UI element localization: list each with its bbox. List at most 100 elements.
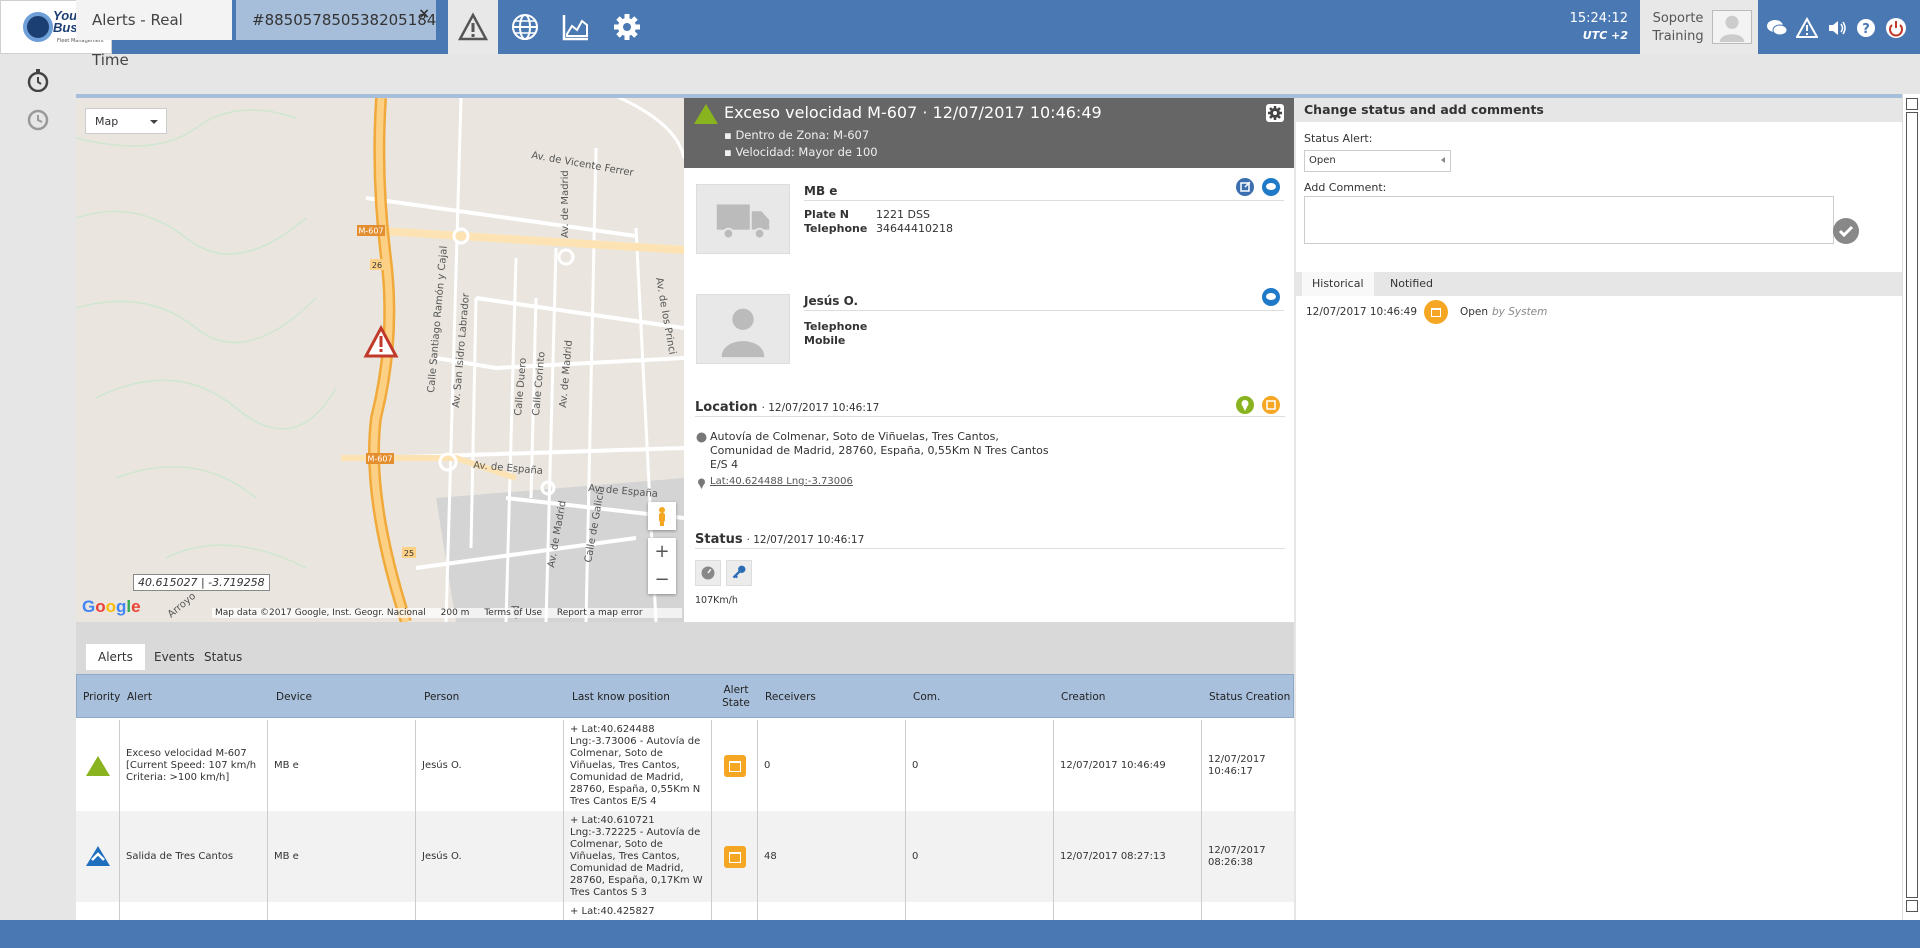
map-panel[interactable]: M-607 M-607 26 25 Av. de Vicente Ferrer …: [76, 98, 684, 622]
alert-icon[interactable]: [1796, 17, 1818, 39]
coordinate-readout: 40.615027 | -3.719258: [133, 574, 270, 591]
warning-icon[interactable]: [448, 0, 498, 54]
table-row[interactable]: + Lat:40.425827: [76, 902, 1294, 920]
vehicle-name: MB e: [804, 184, 838, 198]
zoom-control: + −: [648, 538, 676, 594]
creation-cell: 12/07/2017 10:46:49: [1054, 720, 1202, 811]
user-menu[interactable]: Soporte Training: [1640, 0, 1758, 54]
report-link[interactable]: Report a map error: [557, 608, 643, 618]
terms-link[interactable]: Terms of Use: [484, 608, 542, 618]
priority-triangle-icon: [694, 104, 718, 124]
latlng-link[interactable]: Lat:40.624488 Lng:-3.73006: [710, 476, 853, 487]
priority-high-icon: [85, 755, 110, 776]
vehicle-image: [696, 184, 790, 254]
open-state-icon: [1424, 300, 1448, 324]
user-name: Soporte Training: [1652, 11, 1704, 44]
settings-icon[interactable]: [1266, 104, 1284, 122]
position-cell: + Lat:40.624488 Lng:-3.73006 - Autovía d…: [564, 720, 712, 811]
comments-cell: [906, 902, 1054, 920]
status-select[interactable]: Open: [1304, 150, 1451, 172]
table-row[interactable]: Exceso velocidad M-607 [Current Speed: 1…: [76, 720, 1294, 811]
column-header[interactable]: Receivers: [765, 675, 816, 719]
tab-label: #885057850538205184: [252, 11, 437, 29]
pin-icon[interactable]: [1236, 396, 1254, 414]
message-icon[interactable]: [1262, 288, 1280, 306]
column-header[interactable]: Creation: [1061, 675, 1105, 719]
column-header[interactable]: Priority: [83, 675, 120, 719]
creation-cell: 12/07/2017 08:27:13: [1054, 811, 1202, 902]
globe-icon[interactable]: [500, 0, 550, 54]
svg-text:?: ?: [1862, 22, 1870, 37]
location-pin-icon: [698, 478, 705, 489]
scroll-down-arrow[interactable]: [1906, 900, 1918, 912]
open-state-icon[interactable]: [723, 754, 747, 778]
device-cell: [268, 902, 416, 920]
submit-check-icon[interactable]: [1833, 218, 1859, 244]
open-state-icon[interactable]: [723, 845, 747, 869]
vertical-scrollbar[interactable]: [1902, 94, 1920, 920]
map-canvas[interactable]: M-607 M-607 26 25 Av. de Vicente Ferrer …: [76, 98, 684, 622]
tab-status[interactable]: Status: [192, 644, 254, 670]
edit-icon[interactable]: [1236, 178, 1254, 196]
column-header[interactable]: Alert: [127, 675, 152, 719]
status-creation-cell: [1202, 902, 1294, 920]
tab-alert-detail[interactable]: #885057850538205184 ×: [236, 0, 436, 40]
history-by: by System: [1492, 306, 1548, 318]
help-icon[interactable]: ?: [1855, 17, 1877, 39]
clock-display: 15:24:12 UTC +2: [1560, 10, 1628, 44]
alert-state-cell: [712, 811, 758, 902]
tab-historical[interactable]: Historical: [1302, 272, 1374, 296]
column-header[interactable]: Last know position: [572, 675, 670, 719]
street-label: Av. de Madrid: [560, 170, 571, 238]
history-time: 12/07/2017 10:46:49: [1306, 306, 1418, 318]
message-icon[interactable]: [1262, 178, 1280, 196]
scroll-thumb[interactable]: [1906, 112, 1918, 898]
zoom-out-button[interactable]: −: [648, 566, 676, 594]
scroll-up-arrow[interactable]: [1906, 98, 1918, 110]
status-creation-cell: 12/07/2017 10:46:17: [1208, 753, 1266, 777]
criteria-item: Dentro de Zona: M-607: [724, 127, 878, 144]
tab-notified[interactable]: Notified: [1380, 272, 1443, 296]
history-icon[interactable]: [26, 108, 50, 132]
column-header[interactable]: Person: [424, 675, 459, 719]
map-attribution: Map data ©2017 Google, Inst. Geogr. Naci…: [215, 608, 426, 618]
table-row[interactable]: Salida de Tres Cantos MB e Jesús O. + La…: [76, 811, 1294, 902]
tab-alerts[interactable]: Alerts: [86, 644, 145, 670]
column-header[interactable]: Status Creation: [1209, 675, 1290, 719]
building-icon[interactable]: [1262, 396, 1280, 414]
left-sidebar: [0, 54, 76, 920]
bottom-status-bar: [0, 920, 1920, 948]
alert-criteria-list: Dentro de Zona: M-607 Velocidad: Mayor d…: [724, 127, 878, 161]
device-cell: MB e: [268, 720, 416, 811]
status-creation-cell: 12/07/2017 08:26:38: [1208, 844, 1266, 868]
person-cell: Jesús O.: [416, 811, 564, 902]
bottom-tab-bar: Alerts Events Status: [76, 622, 1294, 674]
speedometer-icon: [695, 560, 721, 586]
tab-alerts-real-time[interactable]: Alerts - Real Time: [76, 0, 232, 69]
map-scale: 200 m: [440, 608, 470, 618]
person-photo: [696, 294, 790, 364]
volume-icon[interactable]: [1826, 17, 1848, 39]
street-view-icon[interactable]: [648, 502, 676, 530]
gear-icon[interactable]: [602, 0, 652, 54]
close-icon[interactable]: ×: [418, 0, 430, 34]
status-label: Status Alert:: [1304, 132, 1373, 145]
map-type-select[interactable]: Map: [85, 108, 167, 134]
status-title: Status · 12/07/2017 10:46:17: [695, 532, 865, 547]
column-header[interactable]: Device: [276, 675, 312, 719]
person-cell: [416, 902, 564, 920]
panel-title: Change status and add comments: [1296, 98, 1902, 122]
messages-icon[interactable]: [1766, 17, 1788, 39]
comments-cell: 0: [906, 720, 1054, 811]
column-header[interactable]: Com.: [913, 675, 940, 719]
person-name: Jesús O.: [804, 294, 859, 308]
speed-value: 107Km/h: [695, 595, 738, 606]
power-icon[interactable]: [1885, 17, 1907, 39]
chart-icon[interactable]: [551, 0, 601, 54]
column-header[interactable]: Alert State: [718, 675, 754, 719]
zoom-in-button[interactable]: +: [648, 538, 676, 566]
person-cell: Jesús O.: [416, 720, 564, 811]
map-footer: Map data ©2017 Google, Inst. Geogr. Naci…: [212, 608, 682, 618]
comment-textarea[interactable]: [1304, 196, 1834, 244]
stopwatch-icon[interactable]: [26, 68, 50, 92]
